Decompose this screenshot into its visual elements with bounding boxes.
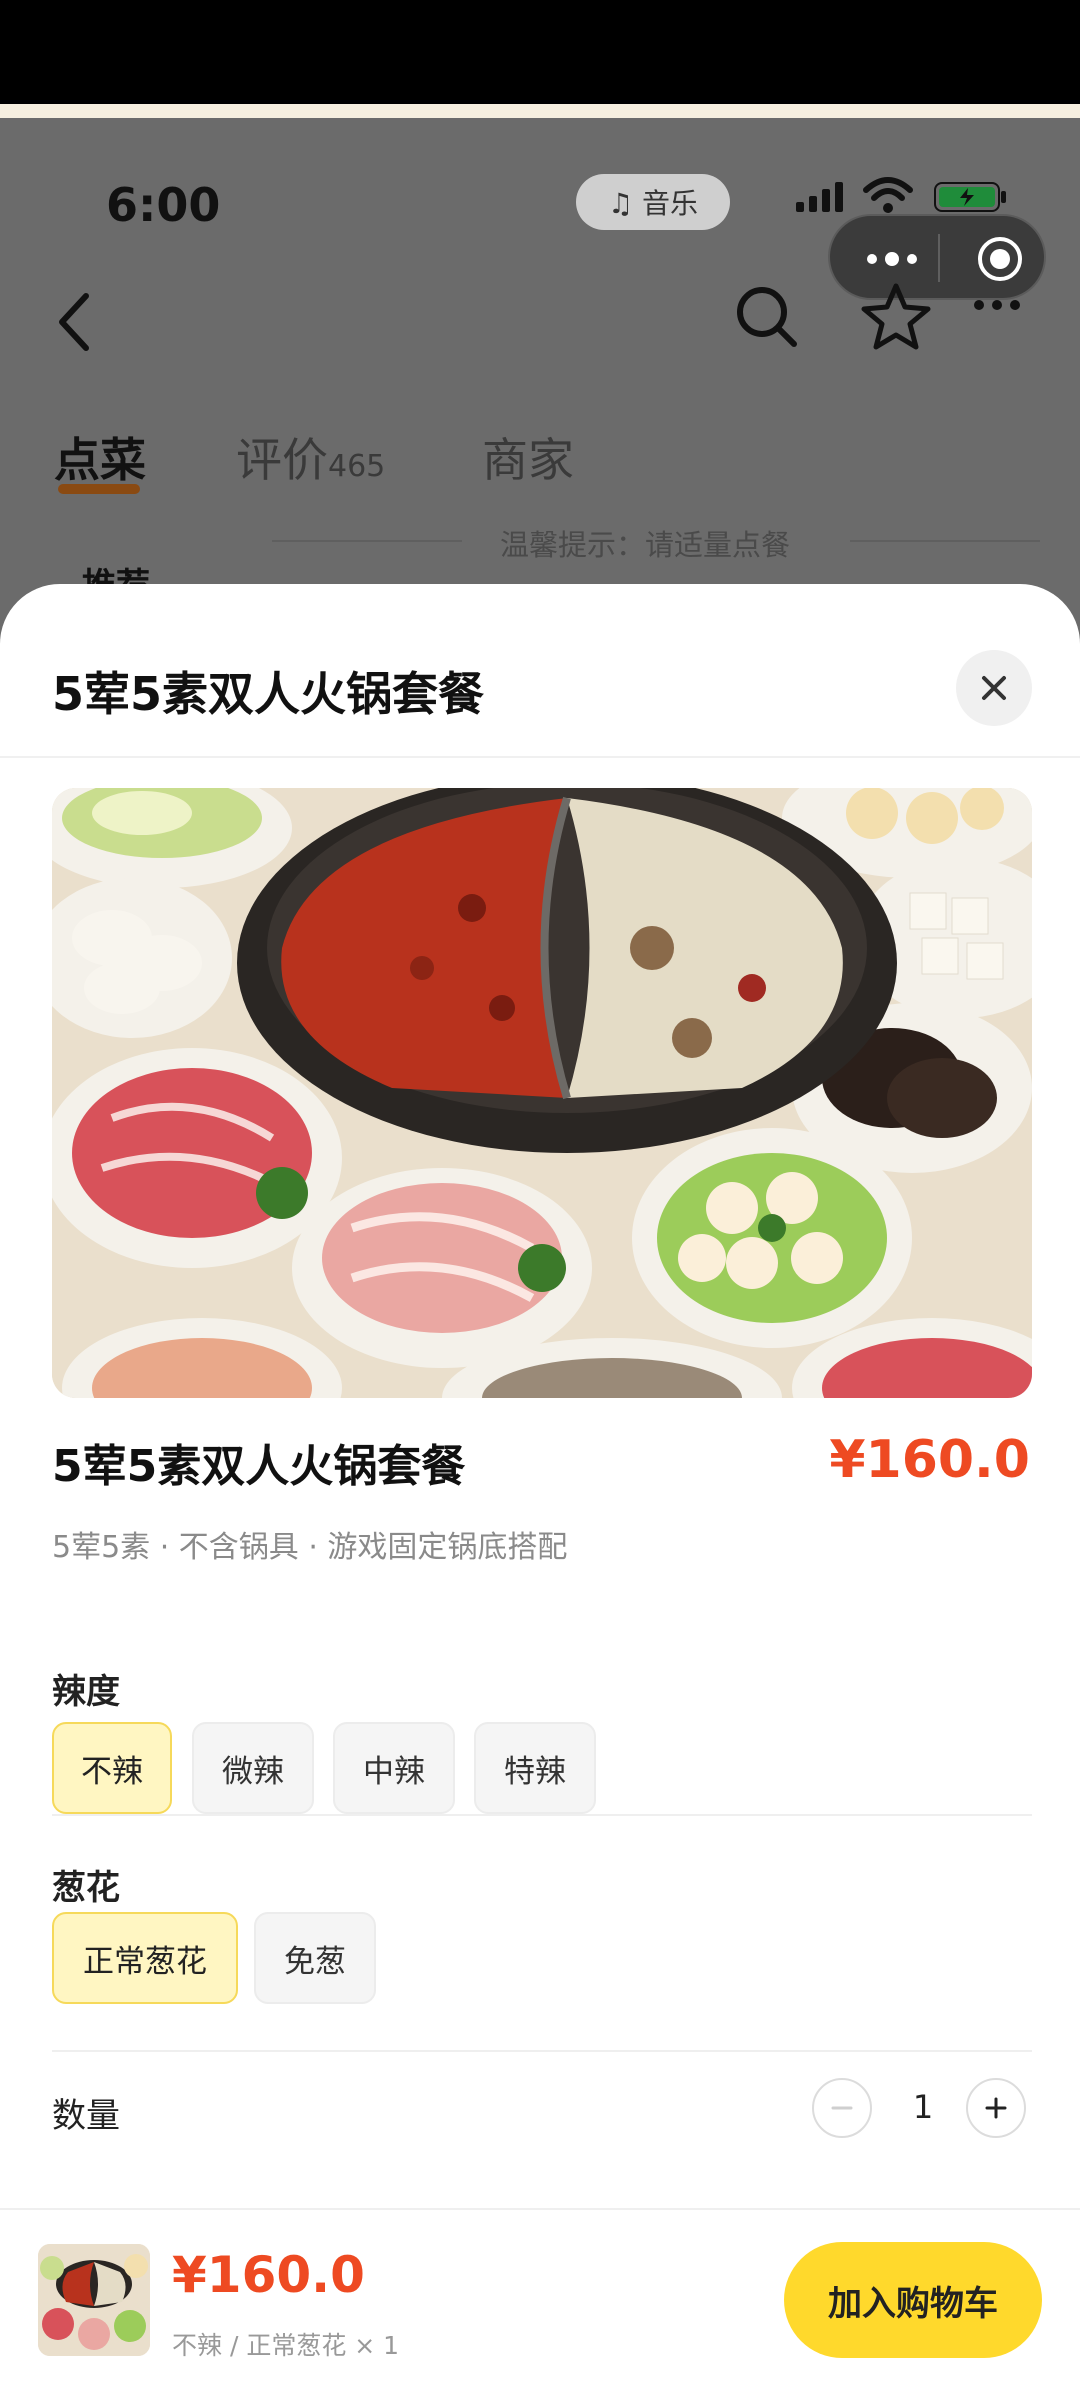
dish-thumbnail (38, 2244, 150, 2356)
top-black-bar (0, 0, 1080, 104)
plus-icon (985, 2097, 1007, 2119)
tab-active-underline (58, 484, 140, 494)
tab-reviews-label: 评价 (236, 433, 328, 487)
close-button[interactable] (956, 650, 1032, 726)
spice-option-medium[interactable]: 中辣 (333, 1722, 455, 1814)
signal-icon (796, 182, 843, 212)
spice-option-extra[interactable]: 特辣 (474, 1722, 596, 1814)
tab-merchant[interactable]: 商家 (482, 424, 574, 490)
search-icon[interactable] (734, 284, 800, 350)
capsule-close-button[interactable] (962, 216, 1038, 302)
dot (907, 254, 917, 264)
tab-reviews[interactable]: 评价465 (236, 424, 385, 490)
footer-selection-summary: 不辣 / 正常葱花 × 1 (172, 2331, 400, 2360)
scallion-label: 葱花 (52, 1868, 120, 1908)
scallion-option-none[interactable]: 免葱 (254, 1912, 376, 2004)
add-to-cart-button[interactable]: 加入购物车 (784, 2242, 1042, 2358)
quantity-increase-button[interactable] (966, 2078, 1026, 2138)
back-arrow-icon[interactable] (54, 290, 94, 354)
dish-name: 5荤5素双人火锅套餐 (52, 1441, 466, 1492)
scallion-option-normal[interactable]: 正常葱花 (52, 1912, 238, 2004)
close-icon (982, 676, 1006, 700)
hotpot-illustration (52, 788, 1032, 1398)
section-divider (52, 2050, 1032, 2052)
battery-icon (934, 182, 1006, 212)
more-dots-icon[interactable] (974, 300, 1020, 310)
scallion-options: 正常葱花 免葱 (52, 1912, 1032, 2004)
status-time: 6:00 (106, 178, 221, 232)
spice-label: 辣度 (52, 1672, 120, 1712)
dot (885, 252, 899, 266)
tip-line-right (850, 540, 1040, 542)
top-cream-strip (0, 104, 1080, 118)
sheet-title: 5荤5素双人火锅套餐 (52, 667, 485, 721)
review-count: 465 (328, 449, 386, 484)
thumbnail-illustration (38, 2244, 150, 2356)
star-icon[interactable] (860, 282, 932, 352)
dish-photo (52, 788, 1032, 1398)
minus-icon (831, 2106, 853, 2110)
footer-total-price: ¥160.0 (172, 2246, 365, 2304)
tip-text: 温馨提示：请适量点餐 (500, 528, 791, 562)
dish-description: 5荤5素 · 不含锅具 · 游戏固定锅底搭配 (52, 1530, 568, 1565)
spice-options: 不辣 微辣 中辣 特辣 (52, 1722, 1032, 1814)
capsule-divider (938, 234, 940, 282)
record-target-icon (978, 237, 1022, 281)
dish-price: ¥160.0 (829, 1430, 1030, 1490)
header-divider (0, 756, 1080, 758)
spice-option-mild[interactable]: 微辣 (192, 1722, 314, 1814)
tip-line-left (272, 540, 462, 542)
quantity-value: 1 (912, 2088, 934, 2126)
quantity-decrease-button[interactable] (812, 2078, 872, 2138)
quantity-label: 数量 (52, 2096, 120, 2136)
cart-footer: ¥160.0 不辣 / 正常葱花 × 1 加入购物车 (0, 2208, 1080, 2400)
section-divider (52, 1814, 1032, 1816)
dot (867, 254, 877, 264)
spice-option-none[interactable]: 不辣 (52, 1722, 172, 1814)
wifi-icon (863, 177, 913, 213)
dish-detail-sheet: 5荤5素双人火锅套餐 5荤5素双人火锅套餐 ¥160.0 5荤5素 · 不含锅具… (0, 584, 1080, 2400)
music-pill[interactable]: ♫ 音乐 (576, 174, 730, 230)
tab-order[interactable]: 点菜 (54, 424, 146, 490)
